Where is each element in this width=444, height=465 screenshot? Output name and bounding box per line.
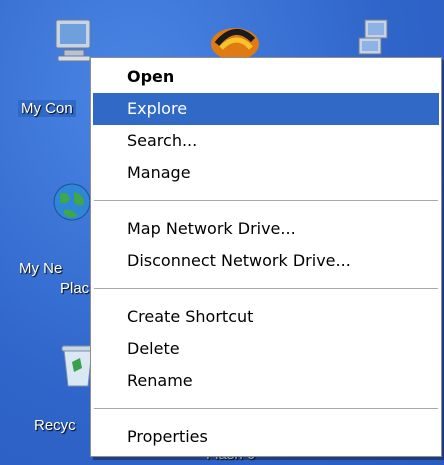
my-computer-label[interactable]: My Con <box>18 100 76 117</box>
menu-item-manage[interactable]: Manage <box>93 157 439 189</box>
menu-item-open[interactable]: Open <box>93 61 439 93</box>
network-folder-icon[interactable] <box>355 18 399 58</box>
context-menu: Open Explore Search... Manage Map Networ… <box>90 57 442 457</box>
menu-item-rename[interactable]: Rename <box>93 365 439 397</box>
menu-separator <box>94 288 438 289</box>
my-network-places-icon[interactable] <box>50 180 94 228</box>
menu-item-properties[interactable]: Properties <box>93 421 439 453</box>
menu-item-delete[interactable]: Delete <box>93 333 439 365</box>
menu-item-explore[interactable]: Explore <box>93 93 439 125</box>
recycle-bin-label[interactable]: Recyc <box>34 417 76 434</box>
menu-item-create-shortcut[interactable]: Create Shortcut <box>93 301 439 333</box>
menu-item-search[interactable]: Search... <box>93 125 439 157</box>
menu-item-disconnect-network-drive[interactable]: Disconnect Network Drive... <box>93 245 439 277</box>
menu-separator <box>94 200 438 201</box>
menu-separator <box>94 408 438 409</box>
my-network-places-label-line2[interactable]: Plac <box>60 280 89 297</box>
menu-item-map-network-drive[interactable]: Map Network Drive... <box>93 213 439 245</box>
my-network-places-label[interactable]: My Ne <box>19 260 62 277</box>
flash-icon[interactable] <box>207 18 263 60</box>
